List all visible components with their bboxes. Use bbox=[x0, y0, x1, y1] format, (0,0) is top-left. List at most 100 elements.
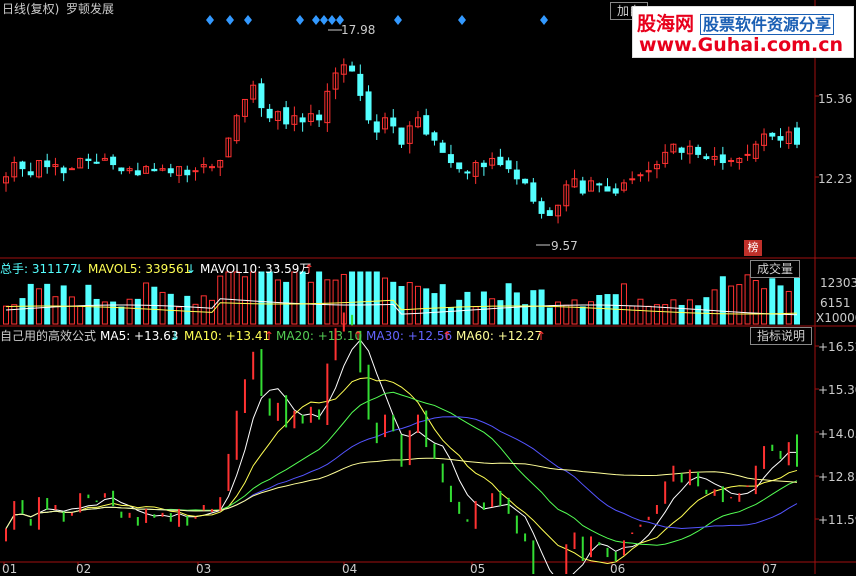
volume-bar bbox=[497, 300, 504, 325]
candle-body bbox=[390, 117, 397, 127]
volume-bar bbox=[233, 271, 240, 325]
volume-bar bbox=[703, 297, 710, 325]
candle-body bbox=[373, 121, 380, 133]
candle-body bbox=[629, 178, 636, 181]
candle-body bbox=[695, 146, 702, 155]
volume-bar bbox=[184, 295, 191, 325]
candle-body bbox=[538, 201, 545, 214]
logo-text-2: www.Guhai.com.cn bbox=[639, 34, 843, 56]
signal-marker bbox=[540, 15, 548, 25]
signal-marker bbox=[206, 15, 214, 25]
volume-bar bbox=[794, 277, 800, 325]
logo-text-1: 股海网 bbox=[637, 13, 695, 35]
candle-body bbox=[85, 158, 92, 162]
ma5-label: MA5: +13.63 bbox=[100, 329, 179, 343]
volume-bar bbox=[522, 304, 529, 325]
candle-body bbox=[513, 169, 520, 180]
signal-marker bbox=[320, 15, 328, 25]
candle-body bbox=[447, 154, 454, 164]
stock-name: 罗顿发展 bbox=[66, 2, 115, 16]
volume-bar bbox=[637, 298, 644, 325]
ranking-badge[interactable]: 榜 bbox=[744, 240, 762, 256]
low-price-label: 9.57 bbox=[551, 239, 578, 253]
volume-bar bbox=[571, 299, 578, 325]
candle-body bbox=[349, 65, 356, 72]
volume-bar bbox=[291, 271, 298, 325]
volume-button[interactable]: 成交量 bbox=[750, 260, 801, 278]
arrow-down-icon: ↓ bbox=[74, 262, 85, 276]
stock-chart bbox=[0, 0, 856, 574]
candle-body bbox=[744, 153, 751, 156]
volume-bar bbox=[456, 299, 463, 325]
signal-marker bbox=[328, 15, 336, 25]
candle-body bbox=[612, 188, 619, 194]
arrow-up-icon: ↑ bbox=[304, 262, 315, 276]
volume-bar bbox=[464, 291, 471, 325]
volume-bar bbox=[423, 288, 430, 325]
volume-bar bbox=[728, 285, 735, 325]
candle-body bbox=[357, 73, 364, 96]
arrow-up-icon: ↑ bbox=[353, 329, 364, 343]
candle-body bbox=[266, 108, 273, 119]
candle-body bbox=[794, 127, 800, 145]
ma10-label: MA10: +13.41 bbox=[184, 329, 271, 343]
volume-bar bbox=[250, 271, 257, 325]
volume-bar bbox=[85, 284, 92, 325]
indicator-tick-5: +11.59 bbox=[818, 513, 856, 527]
volume-bar bbox=[134, 298, 141, 325]
volume-tick-3: X10000 bbox=[816, 311, 856, 325]
candle-body bbox=[464, 171, 471, 174]
mavol10-label: MAVOL10: 33.59万 bbox=[200, 262, 312, 276]
candle-body bbox=[44, 160, 51, 168]
candle-body bbox=[431, 132, 438, 141]
volume-bar bbox=[645, 305, 652, 325]
chart-title: 日线(复权) bbox=[2, 2, 60, 16]
candle-body bbox=[192, 170, 199, 173]
candle-body bbox=[439, 142, 446, 153]
candle-body bbox=[258, 83, 265, 109]
volume-total: 总手: 311177 bbox=[0, 262, 78, 276]
volume-bar bbox=[406, 282, 413, 325]
candle-body bbox=[151, 168, 158, 172]
signal-marker bbox=[394, 15, 402, 25]
indicator-tick-3: +14.05 bbox=[818, 427, 856, 441]
volume-bar bbox=[629, 305, 636, 325]
candle-body bbox=[283, 107, 290, 125]
volume-bar bbox=[563, 304, 570, 325]
volume-bar bbox=[68, 296, 75, 325]
candle-body bbox=[456, 162, 463, 170]
volume-bar bbox=[77, 305, 84, 325]
volume-tick-1: 12303 bbox=[820, 276, 856, 290]
indicator-help-button[interactable]: 指标说明 bbox=[750, 327, 813, 345]
candle-body bbox=[530, 182, 537, 202]
volume-tick-2: 6151 bbox=[820, 296, 851, 310]
volume-bar bbox=[27, 283, 34, 325]
volume-bar bbox=[538, 289, 545, 325]
candle-body bbox=[505, 160, 512, 170]
volume-bar bbox=[398, 286, 405, 325]
volume-bar bbox=[266, 271, 273, 325]
volume-bar bbox=[777, 285, 784, 325]
candle-body bbox=[167, 168, 174, 174]
volume-bar bbox=[711, 289, 718, 325]
volume-bar bbox=[258, 271, 265, 325]
volume-bar bbox=[785, 290, 792, 325]
volume-bar bbox=[579, 306, 586, 325]
candle-body bbox=[604, 186, 611, 192]
volume-bar bbox=[299, 271, 306, 325]
volume-bar bbox=[332, 279, 339, 325]
candle-body bbox=[728, 160, 735, 163]
volume-bar bbox=[695, 305, 702, 325]
indicator-name: 自己用的高效公式 bbox=[0, 329, 97, 343]
signal-marker bbox=[226, 15, 234, 25]
candle-body bbox=[596, 183, 603, 186]
volume-bar bbox=[365, 271, 372, 325]
volume-bar bbox=[159, 291, 166, 325]
candle-body bbox=[777, 136, 784, 141]
volume-bar bbox=[52, 296, 59, 325]
volume-bar bbox=[200, 295, 207, 325]
arrow-up-icon: ↑ bbox=[264, 329, 275, 343]
indicator-ma10-line bbox=[5, 377, 798, 565]
candle-body bbox=[678, 147, 685, 153]
volume-bar bbox=[390, 281, 397, 325]
